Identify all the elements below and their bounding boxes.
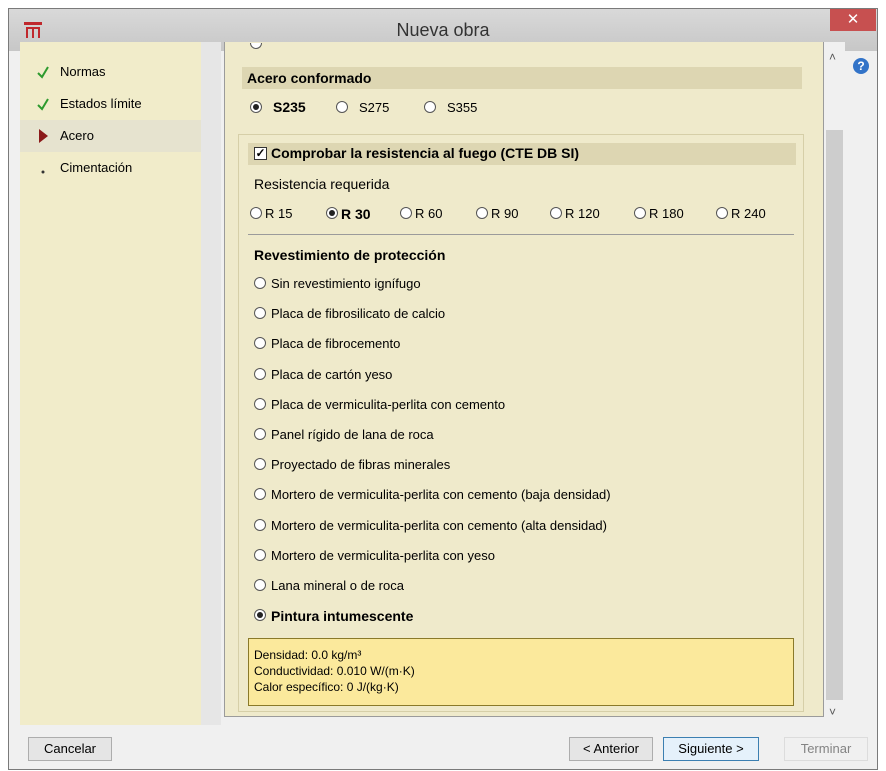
option-label: Placa de fibrosilicato de calcio bbox=[271, 306, 446, 321]
sidebar-item-normas[interactable]: Normas bbox=[20, 56, 201, 88]
top-strip bbox=[0, 0, 886, 8]
option-label: Proyectado de fibras minerales bbox=[271, 457, 451, 472]
option-label: Panel rígido de lana de roca bbox=[271, 427, 434, 442]
sidebar-item-acero[interactable]: Acero bbox=[20, 120, 201, 152]
option-label: Lana mineral o de roca bbox=[271, 578, 404, 593]
scroll-down-icon[interactable]: ˅ bbox=[829, 705, 836, 719]
next-button[interactable]: Siguiente > bbox=[663, 737, 759, 761]
check-icon bbox=[37, 98, 49, 111]
resistencia-title: Resistencia requerida bbox=[254, 176, 390, 192]
radio-revestimiento[interactable] bbox=[254, 398, 266, 410]
material-info-box: Densidad: 0.0 kg/m³ Conductividad: 0.010… bbox=[248, 638, 794, 706]
option-label: R 120 bbox=[565, 206, 600, 221]
radio-revestimiento[interactable] bbox=[254, 549, 266, 561]
window-title: Nueva obra bbox=[396, 20, 490, 40]
option-label: S235 bbox=[273, 99, 306, 115]
divider bbox=[248, 234, 794, 235]
bullet-icon bbox=[41, 170, 45, 174]
info-conductividad: Conductividad: 0.010 W/(m·K) bbox=[254, 664, 415, 678]
finish-button[interactable]: Terminar bbox=[784, 737, 868, 761]
radio-revestimiento[interactable] bbox=[254, 458, 266, 470]
radio-s235[interactable] bbox=[250, 101, 262, 113]
option-label: Mortero de vermiculita-perlita con cemen… bbox=[271, 518, 607, 533]
option-label: R 60 bbox=[415, 206, 443, 221]
close-button[interactable]: ✕ bbox=[830, 9, 876, 31]
sidebar-item-cimentacion[interactable]: Cimentación bbox=[20, 152, 201, 184]
sidebar-item-label: Acero bbox=[60, 128, 94, 143]
radio-revestimiento[interactable] bbox=[254, 307, 266, 319]
radio-resistencia[interactable] bbox=[326, 207, 338, 219]
help-icon[interactable]: ? bbox=[853, 58, 869, 74]
sidebar-item-label: Cimentación bbox=[60, 160, 133, 175]
radio-revestimiento[interactable] bbox=[254, 277, 266, 289]
previous-button[interactable]: < Anterior bbox=[569, 737, 653, 761]
scroll-up-icon[interactable]: ˄ bbox=[829, 50, 836, 64]
option-label: R 30 bbox=[341, 206, 371, 222]
option-label: R 90 bbox=[491, 206, 519, 221]
check-icon bbox=[37, 66, 49, 79]
option-label: R 15 bbox=[265, 206, 293, 221]
fire-check-label: Comprobar la resistencia al fuego (CTE D… bbox=[271, 145, 580, 161]
close-icon: ✕ bbox=[846, 11, 860, 28]
option-label: R 240 bbox=[731, 206, 766, 221]
option-label: S275 bbox=[359, 100, 390, 115]
radio-revestimiento[interactable] bbox=[254, 488, 266, 500]
radio-resistencia[interactable] bbox=[550, 207, 562, 219]
option-label: Placa de fibrocemento bbox=[271, 336, 401, 351]
option-label: Placa de cartón yeso bbox=[271, 367, 393, 382]
radio-resistencia[interactable] bbox=[634, 207, 646, 219]
option-label: Sin revestimiento ignífugo bbox=[271, 276, 421, 291]
radio-revestimiento[interactable] bbox=[254, 609, 266, 621]
radio-revestimiento[interactable] bbox=[254, 519, 266, 531]
option-label: Placa de vermiculita-perlita con cemento bbox=[271, 397, 506, 412]
radio-s275[interactable] bbox=[336, 101, 348, 113]
scroll-thumb[interactable] bbox=[826, 130, 843, 700]
radio-revestimiento[interactable] bbox=[254, 428, 266, 440]
info-densidad: Densidad: 0.0 kg/m³ bbox=[254, 648, 362, 662]
sidebar-item-label: Normas bbox=[60, 64, 106, 79]
option-label: S355 bbox=[447, 100, 478, 115]
option-label: R 180 bbox=[649, 206, 684, 221]
radio-resistencia[interactable] bbox=[250, 207, 262, 219]
cancel-button[interactable]: Cancelar bbox=[28, 737, 112, 761]
sidebar-item-label: Estados límite bbox=[60, 96, 142, 111]
vertical-scrollbar[interactable]: ˄ ˅ bbox=[824, 42, 845, 725]
info-calor: Calor específico: 0 J/(kg·K) bbox=[254, 680, 399, 694]
acero-group-title: Acero conformado bbox=[247, 70, 372, 86]
option-label: Mortero de vermiculita-perlita con yeso bbox=[271, 548, 495, 563]
sidebar-edge bbox=[201, 42, 221, 725]
option-label: Mortero de vermiculita-perlita con cemen… bbox=[271, 487, 611, 502]
revestimiento-title: Revestimiento de protección bbox=[254, 247, 446, 263]
radio-resistencia[interactable] bbox=[716, 207, 728, 219]
radio-revestimiento[interactable] bbox=[254, 579, 266, 591]
fire-resistance-group bbox=[238, 134, 804, 712]
wizard-steps-sidebar: Normas Estados límite Acero Cimentación bbox=[20, 42, 221, 725]
fire-check-checkbox[interactable]: ✓ bbox=[254, 147, 267, 160]
radio-revestimiento[interactable] bbox=[254, 337, 266, 349]
sidebar-item-estados-limite[interactable]: Estados límite bbox=[20, 88, 201, 120]
arrow-right-icon bbox=[39, 129, 48, 143]
radio-s355[interactable] bbox=[424, 101, 436, 113]
radio-revestimiento[interactable] bbox=[254, 368, 266, 380]
radio-resistencia[interactable] bbox=[476, 207, 488, 219]
option-label: Pintura intumescente bbox=[271, 608, 414, 624]
radio-resistencia[interactable] bbox=[400, 207, 412, 219]
